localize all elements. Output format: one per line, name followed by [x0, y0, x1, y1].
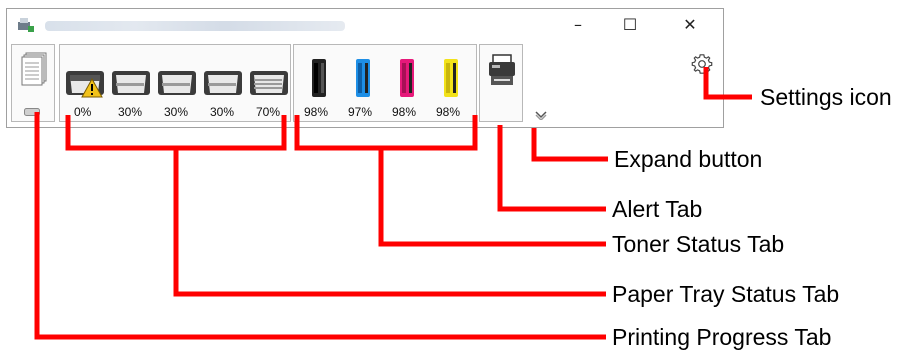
callout-settings-icon: Settings icon	[760, 84, 892, 110]
callout-line-alert	[497, 125, 606, 212]
callout-line-settings	[703, 67, 752, 100]
callout-expand-button: Expand button	[614, 146, 763, 172]
callout-paper-tray-status-tab: Paper Tray Status Tab	[612, 281, 840, 307]
callout-line-toner	[378, 148, 606, 247]
callout-toner-status-tab: Toner Status Tab	[612, 231, 785, 257]
callout-bracket-toner	[294, 115, 478, 151]
callout-printing-progress-tab: Printing Progress Tab	[612, 324, 832, 350]
callout-line-paper	[173, 148, 606, 297]
callout-alert-tab: Alert Tab	[612, 196, 703, 222]
callout-line-expand	[531, 128, 608, 162]
callout-bracket-paper	[65, 115, 287, 151]
